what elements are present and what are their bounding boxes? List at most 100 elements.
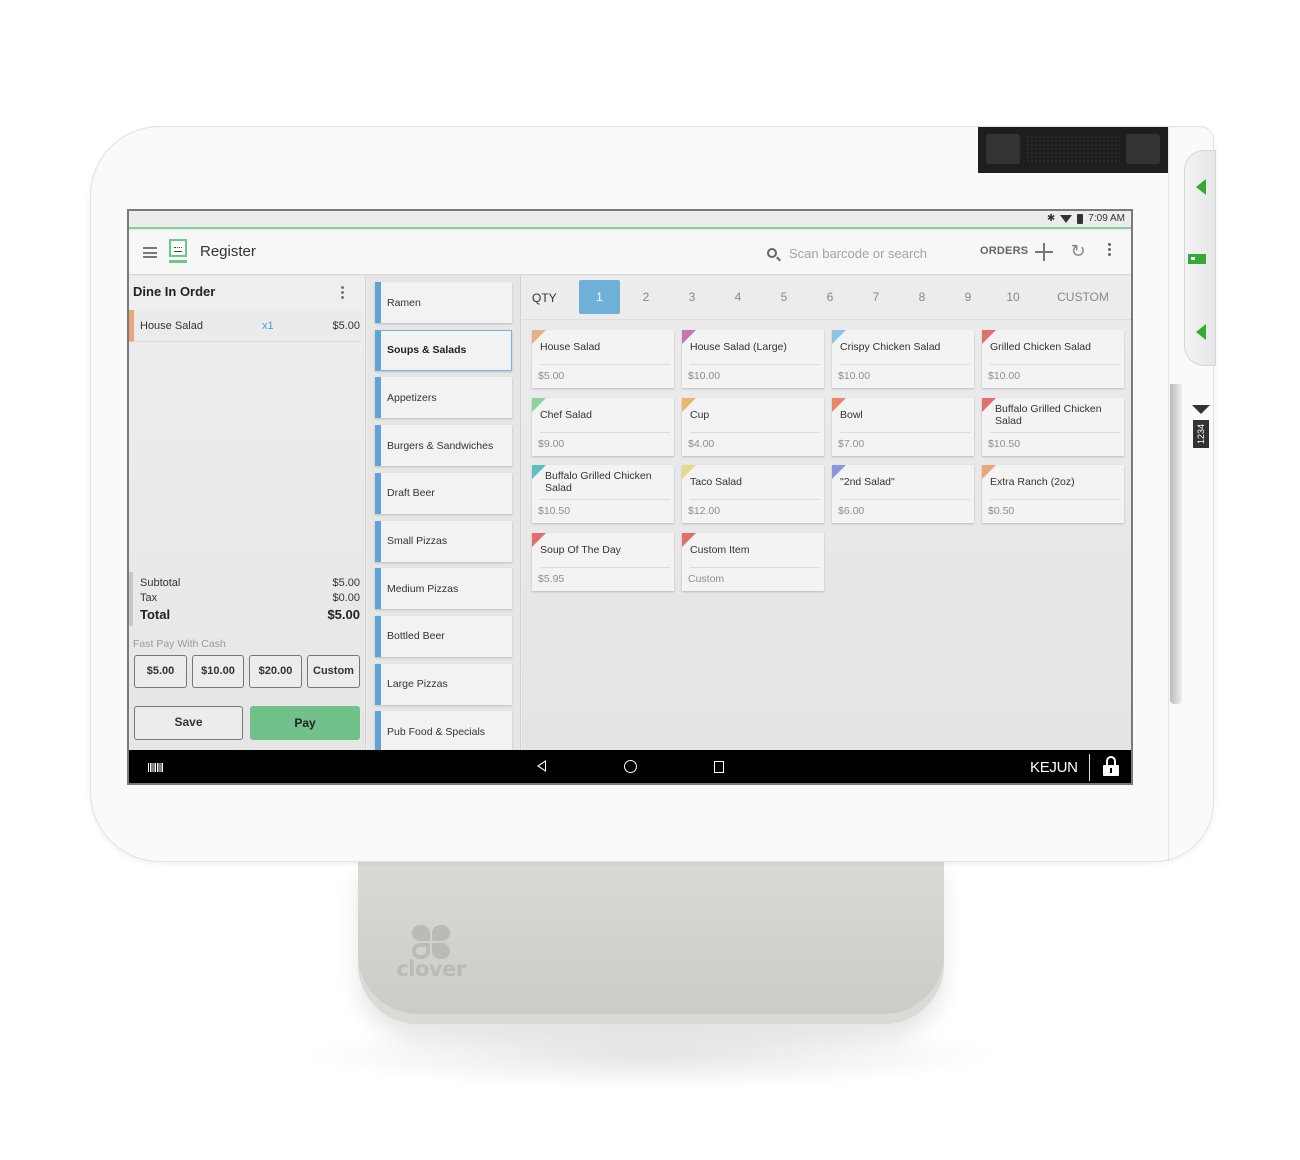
orders-button[interactable]: ORDERS: [980, 245, 1028, 257]
category-label: Pub Food & Specials: [387, 725, 486, 738]
qty-option[interactable]: CUSTOM: [1043, 280, 1123, 314]
category-label: Small Pizzas: [387, 535, 448, 547]
category-item[interactable]: Soups & Salads: [375, 329, 512, 371]
category-item[interactable]: Pub Food & Specials: [375, 711, 512, 750]
item-card[interactable]: Cup $4.00: [682, 397, 824, 456]
qty-option[interactable]: 3: [677, 280, 707, 314]
item-price: $7.00: [838, 437, 865, 450]
item-name: House Salad (Large): [690, 330, 820, 365]
category-item[interactable]: Ramen: [375, 282, 512, 323]
current-user[interactable]: KEJUN: [1030, 759, 1078, 776]
qty-option[interactable]: 6: [815, 280, 845, 314]
qty-label: QTY: [532, 291, 557, 305]
clover-leaf-icon: [411, 925, 451, 959]
item-price: $10.00: [838, 370, 871, 382]
item-card[interactable]: Bowl $7.00: [832, 397, 974, 456]
item-price: $10.50: [538, 505, 571, 517]
subtotal-label: Subtotal: [140, 577, 181, 589]
back-icon[interactable]: [537, 760, 546, 772]
category-item[interactable]: Small Pizzas: [375, 520, 512, 562]
category-item[interactable]: Large Pizzas: [375, 663, 512, 705]
clover-logo: clover: [390, 925, 472, 981]
item-card[interactable]: Taco Salad $12.00: [682, 465, 824, 523]
item-name: Extra Ranch (2oz): [990, 465, 1120, 500]
qty-option[interactable]: 8: [907, 280, 937, 314]
system-nav-bar: KEJUN: [129, 750, 1131, 783]
category-item[interactable]: Draft Beer: [375, 472, 512, 514]
item-price: $6.00: [838, 505, 865, 517]
order-panel: Dine In Order House Salad x1 $5.00 Subto…: [129, 276, 366, 750]
item-card[interactable]: Soup Of The Day $5.95: [532, 532, 674, 591]
item-price: $9.00: [538, 437, 565, 450]
category-label: Bottled Beer: [387, 630, 445, 643]
side-led-icon: [1188, 254, 1206, 264]
item-name: Crispy Chicken Salad: [840, 330, 970, 365]
item-card[interactable]: Grilled Chicken Salad $10.00: [982, 330, 1124, 388]
barcode-icon[interactable]: [148, 763, 164, 772]
bluetooth-icon: ✱: [1046, 213, 1056, 224]
search-input[interactable]: [789, 245, 959, 261]
status-time: 7:09 AM: [1088, 213, 1125, 224]
category-item[interactable]: Burgers & Sandwiches: [375, 425, 512, 467]
lock-icon[interactable]: [1103, 756, 1119, 778]
item-name: "2nd Salad": [840, 465, 970, 500]
fast-pay-label: Fast Pay With Cash: [133, 638, 226, 650]
nav-divider: [1089, 754, 1090, 781]
item-price: $10.00: [688, 370, 721, 382]
item-card[interactable]: Buffalo Grilled Chicken Salad $10.50: [982, 397, 1124, 456]
category-item[interactable]: Bottled Beer: [375, 615, 512, 657]
search-box[interactable]: [767, 241, 967, 265]
plus-icon[interactable]: [1035, 243, 1053, 261]
line-item-qty[interactable]: x1: [262, 320, 274, 332]
item-card[interactable]: Buffalo Grilled Chicken Salad $10.50: [532, 465, 674, 523]
qty-option[interactable]: 10: [993, 280, 1033, 314]
fast-pay-10-button[interactable]: $10.00: [192, 655, 244, 688]
category-item[interactable]: Appetizers: [375, 377, 512, 419]
line-item-price: $5.00: [332, 320, 360, 332]
item-card[interactable]: Extra Ranch (2oz) $0.50: [982, 465, 1124, 523]
item-price: $12.00: [688, 505, 721, 517]
stand-shadow: [300, 1020, 1000, 1090]
order-title: Dine In Order: [133, 284, 216, 299]
home-icon[interactable]: [624, 760, 637, 773]
order-options-icon[interactable]: [341, 286, 345, 300]
total-value: $5.00: [327, 607, 360, 622]
qty-option[interactable]: 9: [953, 280, 983, 314]
category-label: Medium Pizzas: [387, 582, 459, 595]
order-line-item[interactable]: House Salad x1 $5.00: [129, 310, 362, 342]
item-name: House Salad: [540, 330, 670, 365]
item-area: QTY 1 2 3 4 5 6 7 8 9 10 CUSTOM House Salad $5.00 Ho…: [522, 276, 1131, 750]
total-label: Total: [140, 607, 171, 622]
refresh-icon[interactable]: ↻: [1069, 242, 1087, 260]
side-arrow-down-icon: [1196, 324, 1206, 340]
item-card[interactable]: Chef Salad $9.00: [532, 397, 674, 456]
category-item[interactable]: Medium Pizzas: [375, 568, 512, 610]
item-name: Buffalo Grilled Chicken Salad: [990, 398, 1120, 433]
qty-option[interactable]: 4: [723, 280, 753, 314]
battery-icon: [1077, 213, 1084, 224]
menu-icon[interactable]: [143, 247, 157, 258]
item-card[interactable]: Crispy Chicken Salad $10.00: [832, 330, 974, 388]
card-slot-arrow-icon: [1192, 405, 1210, 414]
item-price: $0.50: [988, 505, 1015, 517]
item-name: Custom Item: [690, 533, 820, 568]
qty-option[interactable]: 1: [579, 280, 620, 314]
pay-button[interactable]: Pay: [250, 706, 360, 740]
kebab-icon[interactable]: [1108, 243, 1112, 259]
fast-pay-5-button[interactable]: $5.00: [134, 655, 187, 688]
qty-option[interactable]: 2: [631, 280, 661, 314]
item-card[interactable]: "2nd Salad" $6.00: [832, 465, 974, 523]
item-card[interactable]: Custom Item Custom: [682, 532, 824, 591]
recents-icon[interactable]: [714, 761, 724, 773]
item-card[interactable]: House Salad $5.00: [532, 330, 674, 388]
subtotal-value: $5.00: [332, 577, 360, 589]
item-card[interactable]: House Salad (Large) $10.00: [682, 330, 824, 388]
brand-name: clover: [396, 957, 466, 981]
qty-option[interactable]: 5: [769, 280, 799, 314]
qty-option[interactable]: 7: [861, 280, 891, 314]
save-button[interactable]: Save: [134, 706, 243, 740]
item-name: Buffalo Grilled Chicken Salad: [540, 465, 670, 500]
quantity-bar: QTY 1 2 3 4 5 6 7 8 9 10 CUSTOM: [522, 276, 1131, 320]
fast-pay-custom-button[interactable]: Custom: [307, 655, 360, 688]
fast-pay-20-button[interactable]: $20.00: [249, 655, 302, 688]
